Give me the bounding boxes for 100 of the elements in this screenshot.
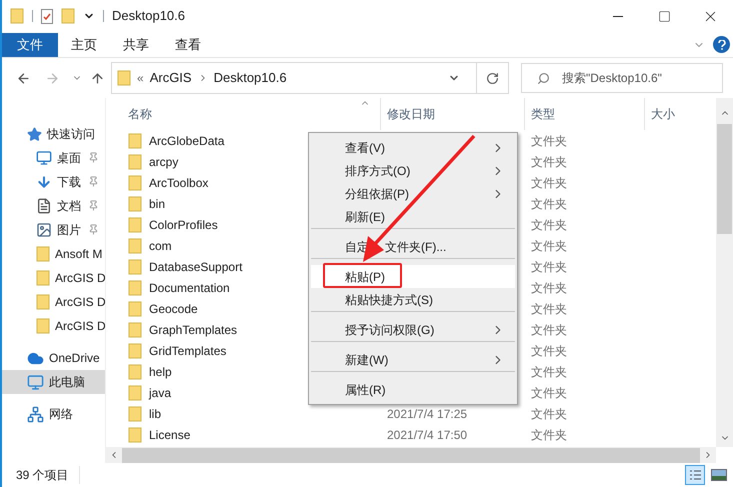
search-icon bbox=[537, 72, 550, 84]
file-name[interactable]: ArcToolbox bbox=[149, 174, 208, 192]
file-name[interactable]: ArcGlobeData bbox=[149, 132, 224, 150]
type-cell: 文件夹 bbox=[531, 154, 567, 168]
ribbon-tab[interactable]: 共享 bbox=[110, 32, 162, 56]
menu-item[interactable]: 授予访问权限(G) bbox=[311, 318, 515, 342]
type-cell: 文件夹 bbox=[531, 386, 567, 400]
file-name[interactable]: Documentation bbox=[149, 278, 230, 296]
sidebar-item[interactable]: 快速访问 bbox=[2, 122, 105, 146]
overflow-chevron[interactable]: « bbox=[137, 69, 144, 87]
menu-item[interactable]: 排序方式(O) bbox=[311, 159, 515, 182]
document-icon bbox=[36, 198, 52, 214]
file-name[interactable]: GraphTemplates bbox=[149, 320, 238, 338]
folder-icon bbox=[128, 426, 142, 442]
up-icon[interactable] bbox=[90, 70, 105, 86]
maximize-icon bbox=[658, 10, 670, 22]
column-header[interactable]: 类型 bbox=[524, 98, 644, 130]
menu-item[interactable]: 查看(V) bbox=[311, 136, 515, 159]
search-input[interactable]: 搜索"Desktop10.6" bbox=[562, 69, 722, 87]
file-name[interactable]: help bbox=[149, 362, 172, 380]
menu-item[interactable]: 分组依据(P) bbox=[311, 182, 515, 205]
folder-icon bbox=[128, 154, 142, 170]
type-cell: 文件夹 bbox=[531, 364, 567, 378]
sidebar-item[interactable]: ArcGIS D bbox=[2, 266, 105, 290]
computer-icon bbox=[27, 374, 44, 390]
file-name[interactable]: com bbox=[149, 236, 172, 254]
picture-icon bbox=[36, 222, 52, 238]
sidebar-item[interactable]: 图片 bbox=[2, 218, 105, 242]
file-name[interactable]: lib bbox=[149, 404, 162, 422]
file-name[interactable]: ColorProfiles bbox=[149, 216, 218, 234]
network-icon bbox=[27, 406, 44, 422]
menu-item[interactable]: 新建(W) bbox=[311, 348, 515, 372]
menu-item[interactable]: 粘贴(P) bbox=[311, 265, 515, 288]
breadcrumb-item[interactable]: ArcGIS bbox=[150, 68, 192, 88]
pin-icon bbox=[88, 224, 99, 235]
address-bar[interactable]: « ArcGIS Desktop10.6 bbox=[111, 62, 509, 94]
file-name[interactable]: GridTemplates bbox=[149, 342, 226, 360]
help-icon[interactable] bbox=[713, 36, 730, 53]
column-header[interactable]: 修改日期 bbox=[380, 98, 524, 130]
column-header[interactable]: 大小 bbox=[644, 98, 704, 130]
type-cell: 文件夹 bbox=[531, 406, 567, 420]
breadcrumb-item[interactable]: Desktop10.6 bbox=[214, 68, 287, 88]
folder-icon bbox=[128, 342, 142, 358]
refresh-icon[interactable] bbox=[486, 72, 499, 84]
sidebar-item[interactable]: 此电脑 bbox=[2, 370, 105, 394]
ribbon-tab[interactable]: 查看 bbox=[162, 32, 214, 56]
folder-icon bbox=[36, 246, 50, 262]
folder-icon bbox=[61, 8, 75, 24]
sidebar-item[interactable]: 文档 bbox=[2, 194, 105, 218]
type-cell: 文件夹 bbox=[531, 344, 567, 358]
folder-icon bbox=[128, 300, 142, 316]
file-name[interactable]: License bbox=[149, 426, 190, 444]
window-title: Desktop10.6 bbox=[112, 7, 185, 26]
back-icon[interactable] bbox=[16, 70, 31, 86]
type-cell: 文件夹 bbox=[531, 176, 567, 190]
sidebar-item[interactable]: Ansoft M bbox=[2, 242, 105, 266]
date-cell: 2021/7/4 17:25 bbox=[387, 406, 468, 420]
pin-icon bbox=[88, 200, 99, 211]
file-name[interactable]: arcpy bbox=[149, 152, 178, 170]
thumbnail-view-icon[interactable] bbox=[711, 469, 727, 481]
menu-item[interactable]: 属性(R) bbox=[311, 378, 515, 401]
sidebar-item[interactable]: 桌面 bbox=[2, 146, 105, 170]
sidebar-item[interactable]: OneDrive bbox=[2, 346, 105, 370]
sidebar-item[interactable]: 网络 bbox=[2, 402, 105, 426]
download-icon bbox=[36, 174, 52, 190]
date-cell: 2021/7/4 17:50 bbox=[387, 428, 468, 442]
folder-icon bbox=[128, 216, 142, 232]
type-cell: 文件夹 bbox=[531, 196, 567, 210]
sidebar-item[interactable]: ArcGIS D bbox=[2, 290, 105, 314]
folder-icon bbox=[10, 8, 24, 24]
type-cell: 文件夹 bbox=[531, 428, 567, 442]
column-header[interactable]: 名称 bbox=[122, 98, 380, 130]
type-cell: 文件夹 bbox=[531, 238, 567, 252]
folder-icon bbox=[36, 270, 50, 286]
vertical-scrollbar[interactable] bbox=[716, 98, 733, 447]
file-name[interactable]: DatabaseSupport bbox=[149, 258, 242, 276]
search-field[interactable]: 搜索"Desktop10.6" bbox=[521, 63, 723, 93]
sidebar-item[interactable]: 下载 bbox=[2, 170, 105, 194]
folder-icon bbox=[128, 258, 142, 274]
menu-item[interactable]: 刷新(E) bbox=[311, 205, 515, 229]
sidebar-item[interactable]: ArcGIS D bbox=[2, 314, 105, 338]
folder-icon bbox=[128, 322, 142, 338]
ribbon-tab[interactable]: 主页 bbox=[58, 32, 110, 56]
item-count: 39 个项目 bbox=[2, 466, 80, 484]
menu-item[interactable]: 粘贴快捷方式(S) bbox=[311, 288, 515, 312]
type-cell: 文件夹 bbox=[531, 218, 567, 232]
ribbon-tab[interactable]: 文件 bbox=[2, 32, 58, 56]
horizontal-scrollbar[interactable] bbox=[106, 447, 716, 463]
folder-icon bbox=[36, 318, 50, 334]
folder-icon bbox=[128, 384, 142, 400]
monitor-icon bbox=[36, 150, 52, 166]
file-name[interactable]: java bbox=[149, 384, 172, 402]
type-cell: 文件夹 bbox=[531, 322, 567, 336]
folder-icon bbox=[36, 294, 50, 310]
file-name[interactable]: Geocode bbox=[149, 300, 198, 318]
checklist-icon[interactable] bbox=[41, 8, 53, 24]
details-view-icon[interactable] bbox=[685, 465, 705, 485]
file-name[interactable]: bin bbox=[149, 194, 166, 212]
pin-icon bbox=[88, 176, 99, 187]
folder-icon bbox=[117, 70, 131, 86]
